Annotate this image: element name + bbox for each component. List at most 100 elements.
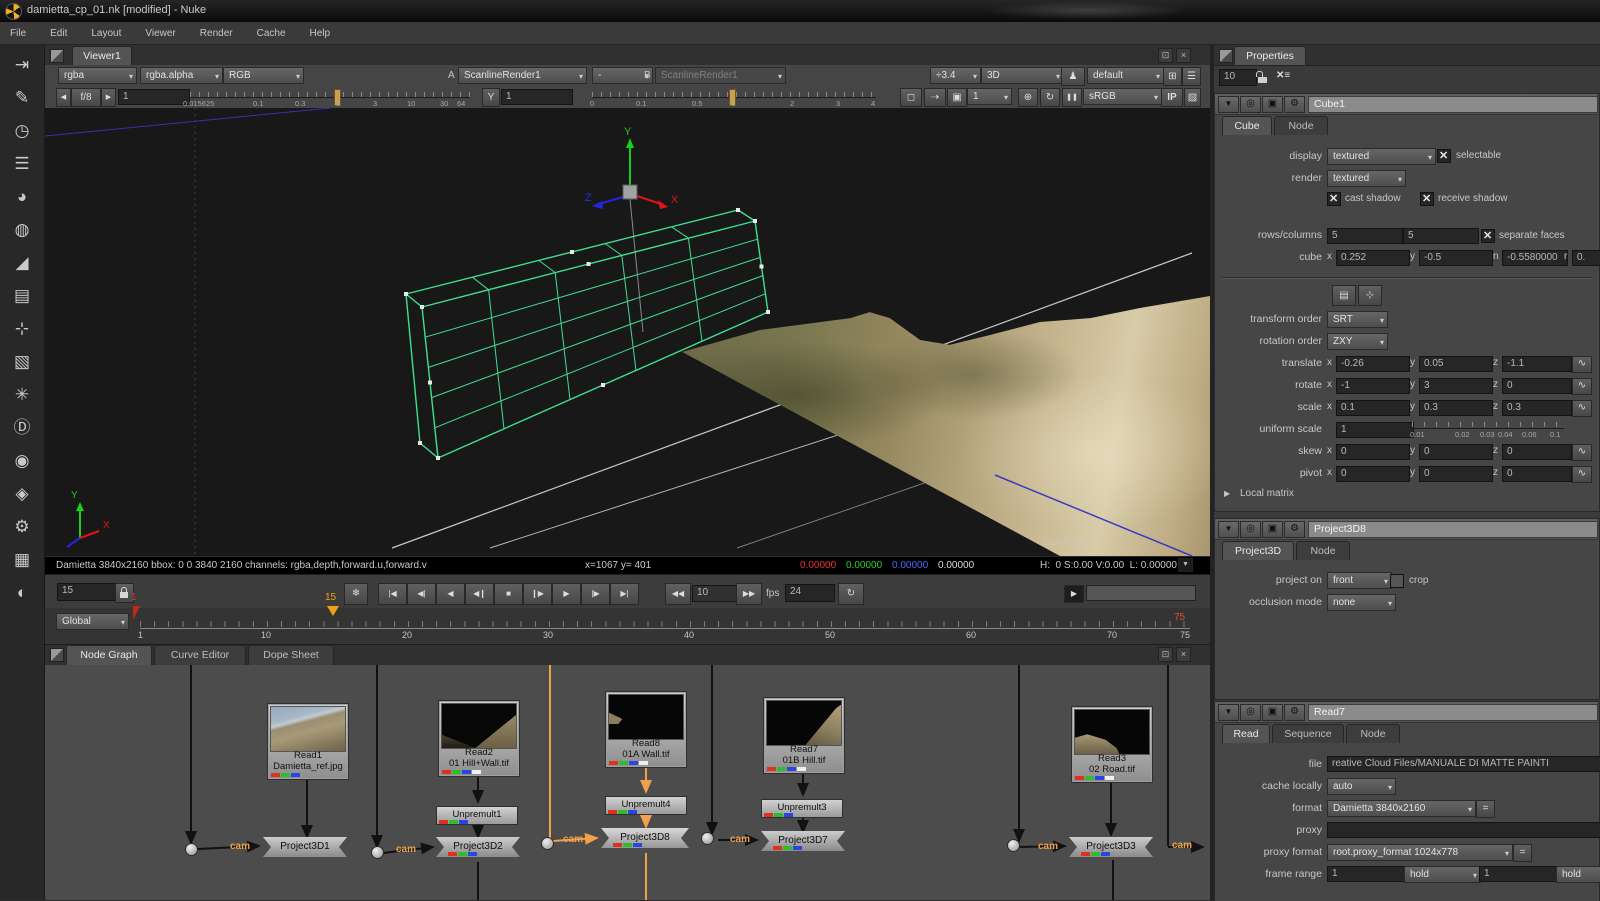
viewport-3d[interactable]: Y X Z Y X Damietta xyxy=(45,108,1210,556)
skew-y-input[interactable]: 0 xyxy=(1419,444,1493,460)
crop-checkbox[interactable] xyxy=(1390,574,1404,588)
view-mode-select[interactable]: 3D xyxy=(981,67,1064,84)
read7-title-field[interactable]: Read7 xyxy=(1308,704,1598,721)
aperture-button[interactable]: f/8 xyxy=(71,88,101,107)
cube1-title-field[interactable]: Cube1 xyxy=(1308,96,1598,113)
marquee-icon[interactable]: ◻ xyxy=(900,88,922,107)
grid-icon[interactable]: ⊞ xyxy=(1163,67,1182,86)
display-select[interactable]: textured xyxy=(1327,148,1436,165)
cube-n-input[interactable]: -0.5580000 xyxy=(1502,250,1568,266)
pivot-curve-button[interactable]: ∿ xyxy=(1572,466,1592,483)
status-caret-icon[interactable]: ▼ xyxy=(1178,558,1193,572)
draw-icon[interactable]: ✎ xyxy=(9,86,35,110)
selectable-checkbox[interactable] xyxy=(1437,149,1451,163)
frame-fwd-button[interactable]: ▶▶ xyxy=(736,583,762,605)
translate-curve-button[interactable]: ∿ xyxy=(1572,356,1592,373)
playhead-marker[interactable] xyxy=(327,606,339,616)
project3d-node-tab[interactable]: Node xyxy=(1296,541,1350,560)
proxy-format-select[interactable]: root.proxy_format 1024x778 xyxy=(1327,844,1513,861)
project3d8-wrench-icon[interactable]: ⚙ xyxy=(1284,521,1305,538)
project3d8-screen-icon[interactable]: ▣ xyxy=(1262,521,1283,538)
node-read3[interactable]: Read3 02 Road.tif xyxy=(1071,706,1153,783)
cube-x-input[interactable]: 0.252 xyxy=(1336,250,1410,266)
skew-z-input[interactable]: 0 xyxy=(1502,444,1572,460)
zoom-select[interactable]: ÷3.4 xyxy=(930,67,981,84)
scale-z-input[interactable]: 0.3 xyxy=(1502,400,1572,416)
scale-curve-button[interactable]: ∿ xyxy=(1572,400,1592,417)
project-on-select[interactable]: front xyxy=(1327,572,1392,589)
3d-icon[interactable]: ▧ xyxy=(9,350,35,374)
node-read7[interactable]: Read7 01B Hill.tif xyxy=(763,697,845,774)
read7-wrench-icon[interactable]: ⚙ xyxy=(1284,704,1305,721)
frame-range-select[interactable]: Global xyxy=(56,613,129,630)
proxy-level-select[interactable]: 1 xyxy=(967,88,1012,105)
cache-locally-select[interactable]: auto xyxy=(1327,778,1396,795)
other-icon[interactable]: ▦ xyxy=(9,548,35,572)
cube-node-tab[interactable]: Node xyxy=(1274,116,1328,135)
viewer-float-icon[interactable]: ⊡ xyxy=(1158,48,1173,63)
list-icon[interactable]: ☰ xyxy=(1182,67,1201,86)
node-graph-canvas[interactable]: Read1 Damietta_ref.jpg Read2 01 Hill+Wal… xyxy=(45,665,1210,900)
properties-clear-icon[interactable]: ✕≡ xyxy=(1276,70,1290,81)
fps-input[interactable]: 24 xyxy=(785,584,835,602)
menu-file[interactable]: File xyxy=(10,28,26,39)
properties-lock-icon[interactable] xyxy=(1256,70,1270,84)
menu-layout[interactable]: Layout xyxy=(91,28,121,39)
node-project3d1[interactable]: Project3D1 xyxy=(263,837,347,857)
occlusion-mode-select[interactable]: none xyxy=(1327,594,1396,611)
particles-icon[interactable]: ✳ xyxy=(9,383,35,407)
cast-shadow-checkbox[interactable] xyxy=(1327,192,1341,206)
gamma-button[interactable]: Y xyxy=(482,88,500,107)
metadata-icon[interactable]: ◈ xyxy=(9,482,35,506)
rotate-curve-button[interactable]: ∿ xyxy=(1572,378,1592,395)
frame-range-before-select[interactable]: hold xyxy=(1404,866,1481,883)
project3d8-title-field[interactable]: Project3D8 xyxy=(1308,521,1598,538)
frame-increment-input[interactable]: 10 xyxy=(692,585,738,602)
rotation-order-select[interactable]: ZXY xyxy=(1327,333,1388,350)
local-matrix-expander[interactable]: ▶ xyxy=(1224,489,1230,498)
read7-collapse-icon[interactable]: ▼ xyxy=(1218,704,1239,721)
read-tab[interactable]: Read xyxy=(1222,724,1270,743)
transport-stop[interactable]: ■ xyxy=(494,583,523,605)
cube-y-input[interactable]: -0.5 xyxy=(1419,250,1493,266)
translate-x-input[interactable]: -0.26 xyxy=(1336,356,1410,372)
frame-range-start-input[interactable]: 1 xyxy=(1327,866,1405,882)
transform-order-select[interactable]: SRT xyxy=(1327,311,1388,328)
node-read1[interactable]: Read1 Damietta_ref.jpg xyxy=(267,703,349,780)
menu-viewer[interactable]: Viewer xyxy=(145,28,175,39)
cam-dot[interactable] xyxy=(185,843,198,856)
color-icon[interactable]: ◕ xyxy=(9,185,35,209)
cam-dot[interactable] xyxy=(541,837,554,850)
node-read8[interactable]: Read8 01A Wall.tif xyxy=(605,691,687,768)
rotate-y-input[interactable]: 3 xyxy=(1419,378,1493,394)
hatch-icon[interactable]: ▨ xyxy=(1184,88,1201,107)
read7-center-icon[interactable]: ◎ xyxy=(1240,704,1261,721)
transport-next-key[interactable]: |▶ xyxy=(581,583,610,605)
cube1-collapse-icon[interactable]: ▼ xyxy=(1218,96,1239,113)
gain-prev-button[interactable]: ◀ xyxy=(56,88,71,107)
proxy-format-equals-button[interactable]: = xyxy=(1513,844,1532,862)
nodegraph-close-icon[interactable]: × xyxy=(1176,647,1191,662)
skew-curve-button[interactable]: ∿ xyxy=(1572,444,1592,461)
viewer-lut-select[interactable]: sRGB xyxy=(1083,88,1162,105)
columns-input[interactable]: 5 xyxy=(1403,228,1479,244)
cam-dot[interactable] xyxy=(701,832,714,845)
transport-play[interactable]: ▶ xyxy=(552,583,581,605)
ruler-line[interactable] xyxy=(140,628,1190,629)
frame-range-end-input[interactable]: 1 xyxy=(1479,866,1557,882)
views-icon[interactable]: ◉ xyxy=(9,449,35,473)
rotate-z-input[interactable]: 0 xyxy=(1502,378,1572,394)
gain-next-button[interactable]: ▶ xyxy=(101,88,116,107)
node-read2[interactable]: Read2 01 Hill+Wall.tif xyxy=(438,700,520,777)
uniform-scale-input[interactable]: 1 xyxy=(1336,422,1414,438)
project3d-tab[interactable]: Project3D xyxy=(1222,541,1294,560)
time-icon[interactable]: ◷ xyxy=(9,119,35,143)
properties-pane-grip[interactable] xyxy=(1219,49,1233,63)
uniform-scale-slider[interactable] xyxy=(1412,428,1564,429)
render-select[interactable]: textured xyxy=(1327,170,1406,187)
nodegraph-float-icon[interactable]: ⊡ xyxy=(1158,647,1173,662)
channel-icon[interactable]: ☰ xyxy=(9,152,35,176)
read7-screen-icon[interactable]: ▣ xyxy=(1262,704,1283,721)
separate-faces-checkbox[interactable] xyxy=(1481,229,1495,243)
translate-z-input[interactable]: -1.1 xyxy=(1502,356,1572,372)
